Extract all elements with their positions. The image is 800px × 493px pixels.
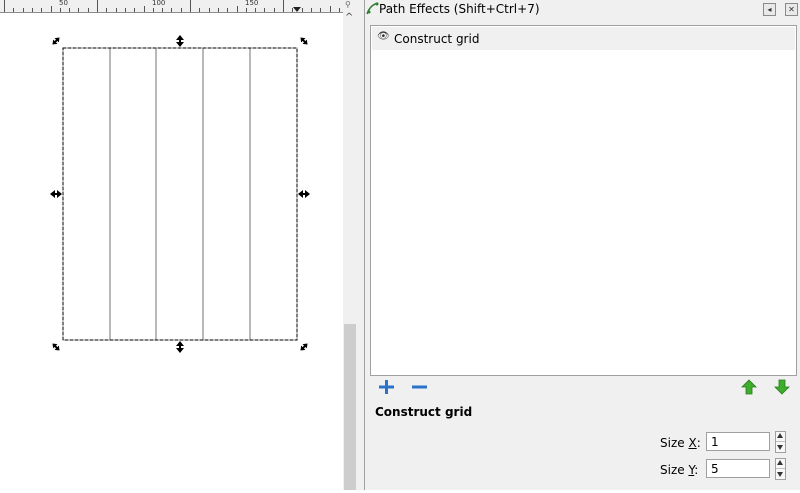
scroll-up-icon[interactable]: ^ [345, 12, 353, 23]
ruler-tick [209, 8, 210, 12]
panel-divider[interactable] [357, 0, 365, 490]
path-effects-icon [366, 2, 379, 15]
effects-list: 👁 Construct grid [370, 25, 797, 376]
ruler-tick [171, 8, 172, 12]
grid-outline [62, 47, 298, 341]
ruler-tick [311, 8, 312, 12]
spin-down-icon[interactable] [777, 445, 783, 450]
ruler-tick [227, 8, 228, 12]
panel-title: Path Effects (Shift+Ctrl+7) [379, 2, 540, 16]
ruler-tick [97, 0, 98, 12]
size-y-input[interactable]: 5 [706, 459, 770, 478]
zoom-icon[interactable]: ⚲ [345, 0, 351, 9]
ruler-position-marker [293, 7, 301, 12]
raise-effect-button[interactable] [739, 378, 759, 396]
plus-icon [379, 380, 394, 394]
handle-top [176, 35, 184, 47]
current-effect-title: Construct grid [375, 405, 473, 419]
ruler-label: 100 [152, 0, 166, 7]
ruler-tick [41, 8, 42, 12]
selection-bbox [62, 47, 298, 341]
handle-left [50, 190, 62, 198]
ruler-tick [302, 8, 303, 12]
arrow-down-icon [774, 379, 790, 395]
ruler-tick [4, 0, 5, 12]
minus-icon [412, 385, 427, 389]
size-y-spinner[interactable] [775, 458, 786, 480]
ruler-tick [320, 8, 321, 12]
handle-bottom [176, 341, 184, 353]
remove-effect-button[interactable] [410, 378, 430, 396]
handle-top-left [52, 37, 60, 45]
canvas-drawing [50, 35, 310, 353]
visibility-eye-icon[interactable]: 👁 [377, 31, 390, 42]
ruler-tick [23, 8, 24, 12]
ruler-tick [69, 8, 70, 12]
horizontal-ruler: 50 100 150 [0, 0, 343, 13]
size-x-spinner[interactable] [775, 431, 786, 453]
ruler-tick [181, 8, 182, 12]
close-panel-button[interactable]: ✕ [785, 3, 798, 16]
ruler-tick [51, 6, 52, 12]
ruler-tick [246, 8, 247, 12]
lower-effect-button[interactable] [772, 378, 792, 396]
spin-up-icon[interactable] [777, 433, 783, 438]
ruler-tick [144, 6, 145, 12]
handle-top-right [300, 37, 308, 45]
ruler-tick [190, 0, 191, 12]
effect-label: Construct grid [394, 32, 480, 46]
ruler-tick [199, 8, 200, 12]
ruler-tick [106, 8, 107, 12]
handle-right [298, 190, 310, 198]
selection-handles[interactable] [50, 35, 310, 353]
size-x-label: Size X: [660, 436, 701, 450]
ruler-label: 50 [59, 0, 68, 7]
size-x-input[interactable]: 1 [706, 432, 770, 451]
ruler-tick [32, 8, 33, 12]
grid-object[interactable] [62, 47, 298, 341]
scrollbar-thumb[interactable] [344, 324, 356, 490]
ruler-tick [339, 8, 340, 12]
ruler-tick [274, 8, 275, 12]
ruler-tick [78, 8, 79, 12]
ruler-label: 150 [245, 0, 259, 7]
ruler-tick [237, 6, 238, 12]
drawing-canvas[interactable] [0, 13, 343, 490]
ruler-tick [283, 0, 284, 12]
ruler-tick [330, 6, 331, 12]
size-y-label: Size Y: [660, 463, 699, 477]
vertical-scrollbar[interactable]: ⚲ ^ [343, 0, 357, 490]
effects-list-item[interactable]: 👁 Construct grid [372, 27, 795, 50]
panel-title-bar: Path Effects (Shift+Ctrl+7) ◂ ✕ [365, 0, 800, 19]
ruler-tick [88, 8, 89, 12]
handle-bottom-right [300, 343, 308, 351]
ruler-tick [125, 8, 126, 12]
ruler-tick [116, 8, 117, 12]
ruler-tick [264, 8, 265, 12]
handle-bottom-left [52, 343, 60, 351]
ruler-tick [13, 8, 14, 12]
path-effects-panel: Path Effects (Shift+Ctrl+7) ◂ ✕ 👁 Constr… [365, 0, 800, 490]
collapse-panel-button[interactable]: ◂ [763, 3, 776, 16]
spin-down-icon[interactable] [777, 472, 783, 477]
ruler-tick [218, 8, 219, 12]
ruler-tick [60, 8, 61, 12]
ruler-tick [162, 8, 163, 12]
add-effect-button[interactable] [377, 378, 397, 396]
ruler-tick [255, 8, 256, 12]
spin-up-icon[interactable] [777, 460, 783, 465]
arrow-up-icon [741, 379, 757, 395]
ruler-tick [134, 8, 135, 12]
ruler-tick [153, 8, 154, 12]
